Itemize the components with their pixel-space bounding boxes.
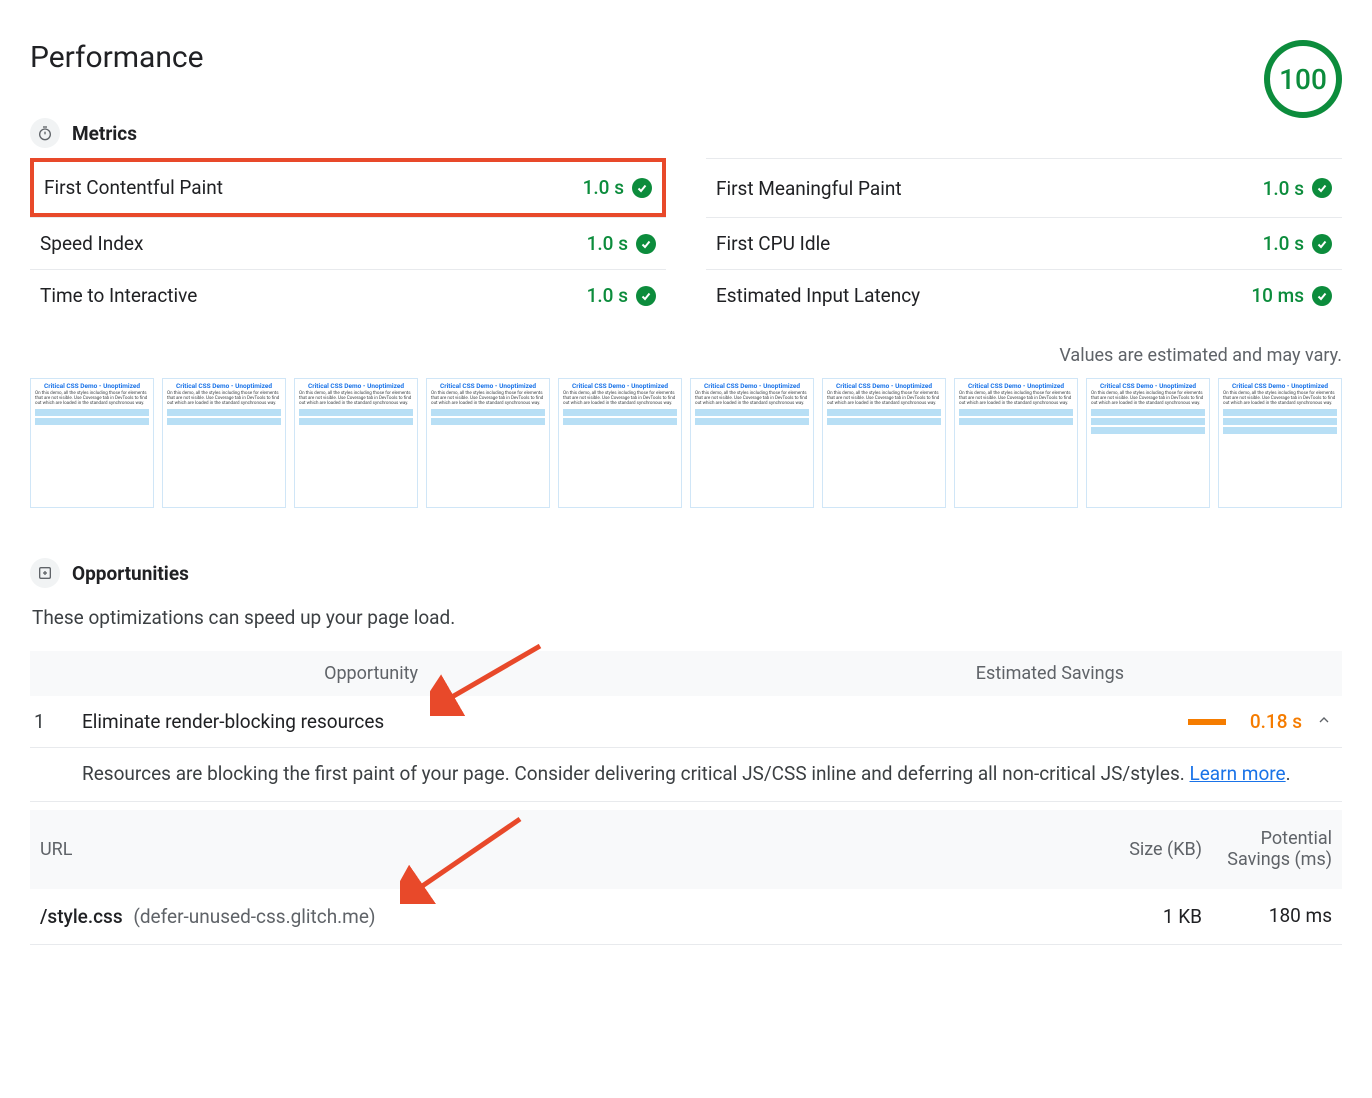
savings-bar [1188, 719, 1226, 725]
chevron-up-icon[interactable] [1310, 710, 1338, 733]
opportunity-row[interactable]: 1 Eliminate render-blocking resources 0.… [30, 696, 1342, 748]
check-circle-icon [1312, 178, 1332, 198]
metric-name: First Meaningful Paint [716, 177, 902, 200]
size-column-label: Size (KB) [1072, 839, 1202, 860]
metrics-heading: Metrics [72, 122, 137, 145]
opportunity-detail: Resources are blocking the first paint o… [30, 748, 1342, 802]
metric-row[interactable]: Time to Interactive 1.0 s [30, 269, 666, 321]
check-circle-icon [632, 178, 652, 198]
filmstrip-frame: Critical CSS Demo - Unoptimized On this … [30, 378, 154, 508]
metric-name: Speed Index [40, 232, 143, 255]
url-row: /style.css (defer-unused-css.glitch.me) … [30, 889, 1342, 945]
metric-name: First CPU Idle [716, 232, 830, 255]
metric-value: 1.0 s [587, 232, 628, 255]
filmstrip-frame: Critical CSS Demo - Unoptimized On this … [1218, 378, 1342, 508]
metric-name: Time to Interactive [40, 284, 197, 307]
url-table-header: URL Size (KB) Potential Savings (ms) [30, 810, 1342, 889]
performance-score: 100 [1264, 40, 1342, 118]
filmstrip-frame: Critical CSS Demo - Unoptimized On this … [954, 378, 1078, 508]
opportunity-title: Eliminate render-blocking resources [82, 710, 722, 733]
filmstrip-frame: Critical CSS Demo - Unoptimized On this … [162, 378, 286, 508]
check-circle-icon [636, 234, 656, 254]
stopwatch-icon [30, 118, 60, 148]
url-path: /style.css [40, 905, 123, 928]
url-host: (defer-unused-css.glitch.me) [133, 905, 375, 928]
filmstrip-frame: Critical CSS Demo - Unoptimized On this … [294, 378, 418, 508]
learn-more-link[interactable]: Learn more [1190, 762, 1286, 785]
metric-row[interactable]: Speed Index 1.0 s [30, 217, 666, 269]
opportunity-index: 1 [34, 710, 82, 733]
metric-row[interactable]: First Contentful Paint 1.0 s [30, 158, 666, 217]
potential-savings-column-label: Potential Savings (ms) [1202, 828, 1332, 871]
opportunity-column-label: Opportunity [48, 663, 418, 684]
metric-row[interactable]: First CPU Idle 1.0 s [706, 217, 1342, 269]
url-column-label: URL [40, 839, 1072, 860]
opportunity-table-header: Opportunity Estimated Savings [30, 651, 1342, 696]
metric-value: 1.0 s [587, 284, 628, 307]
url-potential-savings: 180 ms [1202, 905, 1332, 928]
metric-name: Estimated Input Latency [716, 284, 920, 307]
opportunities-description: These optimizations can speed up your pa… [32, 606, 1340, 629]
metric-row[interactable]: First Meaningful Paint 1.0 s [706, 158, 1342, 217]
opportunities-icon [30, 558, 60, 588]
filmstrip: Critical CSS Demo - Unoptimized On this … [30, 378, 1342, 508]
url-size: 1 KB [1072, 905, 1202, 928]
opportunities-heading: Opportunities [72, 562, 189, 585]
check-circle-icon [1312, 286, 1332, 306]
metric-value: 10 ms [1251, 284, 1304, 307]
metric-value: 1.0 s [1263, 232, 1304, 255]
metrics-footnote: Values are estimated and may vary. [30, 345, 1342, 366]
savings-column-label: Estimated Savings [418, 663, 1324, 684]
check-circle-icon [636, 286, 656, 306]
filmstrip-frame: Critical CSS Demo - Unoptimized On this … [690, 378, 814, 508]
metric-value: 1.0 s [1263, 177, 1304, 200]
opportunity-savings: 0.18 s [1242, 710, 1302, 733]
metric-value: 1.0 s [583, 176, 624, 199]
check-circle-icon [1312, 234, 1332, 254]
page-title: Performance [30, 40, 204, 75]
filmstrip-frame: Critical CSS Demo - Unoptimized On this … [1086, 378, 1210, 508]
metric-row[interactable]: Estimated Input Latency 10 ms [706, 269, 1342, 321]
filmstrip-frame: Critical CSS Demo - Unoptimized On this … [426, 378, 550, 508]
filmstrip-frame: Critical CSS Demo - Unoptimized On this … [822, 378, 946, 508]
filmstrip-frame: Critical CSS Demo - Unoptimized On this … [558, 378, 682, 508]
metric-name: First Contentful Paint [44, 176, 223, 199]
